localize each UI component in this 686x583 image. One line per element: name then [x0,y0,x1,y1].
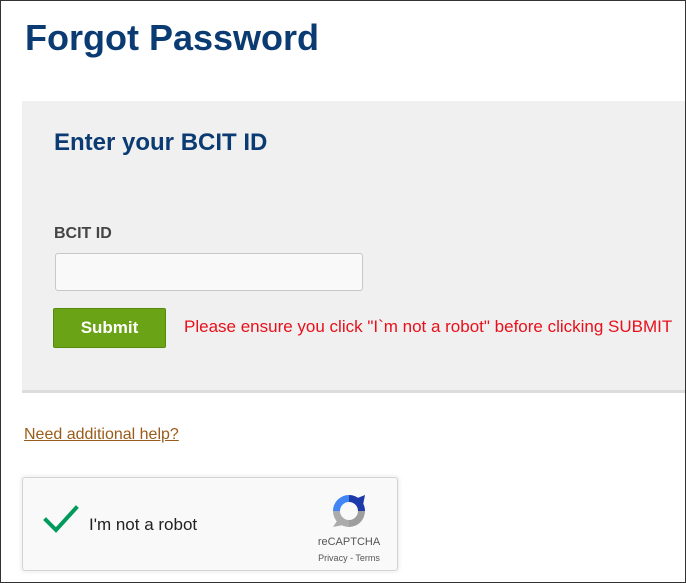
need-help-link[interactable]: Need additional help? [24,426,179,444]
page-title: Forgot Password [25,17,320,58]
bcit-id-label: BCIT ID [54,225,112,242]
recaptcha-privacy-link[interactable]: Privacy [318,553,348,563]
robot-warning-message: Please ensure you click "I`m not a robot… [184,317,673,336]
form-heading: Enter your BCIT ID [54,129,268,156]
check-icon[interactable] [43,504,79,534]
form-panel: Enter your BCIT ID BCIT ID Submit Please… [22,101,685,393]
recaptcha-links: Privacy - Terms [299,553,399,563]
bcit-id-input[interactable] [55,253,363,291]
recaptcha-logo-icon [329,491,369,531]
page-frame: Forgot Password Enter your BCIT ID BCIT … [0,0,686,583]
submit-button[interactable]: Submit [53,308,166,348]
recaptcha-widget: I'm not a robot reCAPTCHA Privacy - Term… [22,477,398,571]
recaptcha-label: I'm not a robot [89,515,198,534]
recaptcha-brand: reCAPTCHA [317,536,381,548]
recaptcha-terms-link[interactable]: Terms [355,553,380,563]
